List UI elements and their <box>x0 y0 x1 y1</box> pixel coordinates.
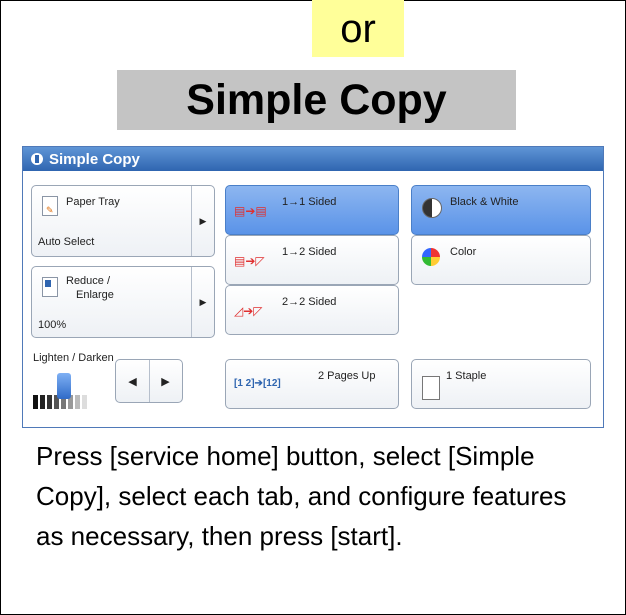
simple-copy-panel: Simple Copy ✎ Paper Tray Auto Select ▶ R… <box>22 146 604 428</box>
lighten-left-button[interactable]: ◀ <box>116 360 150 402</box>
sided-1-1-option[interactable]: ▤➔▤ 1→1 Sided <box>225 185 399 235</box>
info-icon <box>31 153 43 165</box>
or-highlight: or <box>312 0 404 57</box>
lighten-darken-slider[interactable] <box>33 373 113 409</box>
lighten-darken-arrows: ◀ ▶ <box>115 359 183 403</box>
reduce-label-1: Reduce / <box>66 275 111 287</box>
sided-2-2-label: 2→2 Sided <box>282 296 337 308</box>
color-label: Color <box>450 246 477 258</box>
black-white-label: Black & White <box>450 196 519 208</box>
staple-button[interactable]: 1 Staple <box>411 359 591 409</box>
sided-1-2-option[interactable]: ▤➔◸ 1→2 Sided <box>225 235 399 285</box>
instruction-caption: Press [service home] button, select [Sim… <box>36 441 567 551</box>
paper-tray-icon: ✎ <box>42 196 58 216</box>
reduce-label-2: Enlarge <box>76 289 114 301</box>
sided-1-2-label: 1→2 Sided <box>282 246 337 258</box>
color-wheel-icon <box>422 248 440 266</box>
black-white-icon <box>422 198 442 218</box>
reduce-enlarge-button[interactable]: Reduce / Enlarge 100% ▶ <box>31 266 215 338</box>
paper-tray-value: Auto Select <box>38 236 95 248</box>
panel-titlebar: Simple Copy <box>23 147 603 171</box>
sided-1-2-icon: ▤➔◸ <box>234 254 265 268</box>
staple-label: 1 Staple <box>446 370 487 382</box>
sided-2-2-option[interactable]: ◿➔◸ 2→2 Sided <box>225 285 399 335</box>
reduce-enlarge-value: 100% <box>38 319 67 331</box>
pages-up-icon: [1 2]➔[12] <box>234 378 281 389</box>
slider-thumb[interactable] <box>57 373 71 399</box>
sided-1-1-icon: ▤➔▤ <box>234 204 267 218</box>
pages-up-button[interactable]: [1 2]➔[12] 2 Pages Up <box>225 359 399 409</box>
paper-tray-button[interactable]: ✎ Paper Tray Auto Select ▶ <box>31 185 215 257</box>
staple-icon <box>422 376 440 400</box>
or-label: or <box>340 7 376 51</box>
black-white-option[interactable]: Black & White <box>411 185 591 235</box>
paper-tray-arrow-icon: ▶ <box>191 186 214 256</box>
pages-up-label: 2 Pages Up <box>318 370 376 382</box>
sided-1-1-label: 1→1 Sided <box>282 196 337 208</box>
reduce-enlarge-icon <box>42 277 58 297</box>
sided-2-2-icon: ◿➔◸ <box>234 304 263 318</box>
paper-tray-label: Paper Tray <box>66 196 120 208</box>
darken-right-button[interactable]: ▶ <box>149 360 182 402</box>
simple-copy-heading: Simple Copy <box>117 70 516 130</box>
reduce-enlarge-arrow-icon: ▶ <box>191 267 214 337</box>
color-option[interactable]: Color <box>411 235 591 285</box>
panel-title: Simple Copy <box>49 150 140 168</box>
lighten-darken-label: Lighten / Darken <box>33 352 114 364</box>
heading-text: Simple Copy <box>186 75 447 124</box>
